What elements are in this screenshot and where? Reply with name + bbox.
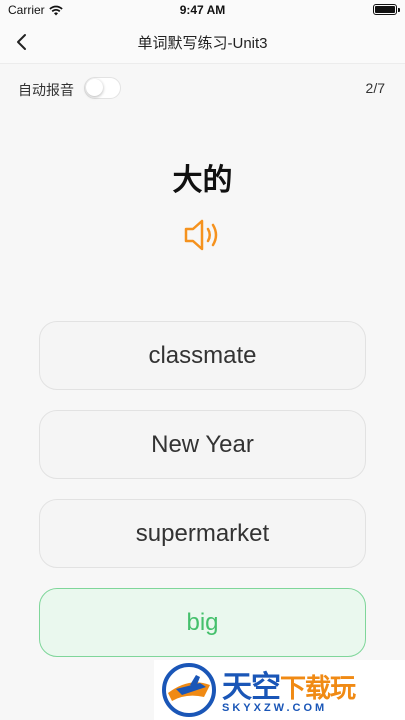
answer-options: classmate New Year supermarket big [39, 321, 366, 677]
progress-counter: 2/7 [365, 80, 385, 96]
option-button[interactable]: supermarket [39, 499, 366, 568]
question-word: 大的 [172, 164, 233, 197]
page-title: 单词默写练习-Unit3 [137, 35, 268, 52]
watermark: 天空下载玩 SKYXZW.COM [154, 660, 405, 720]
option-button[interactable]: New Year [39, 410, 366, 479]
watermark-subtitle: SKYXZW.COM [222, 702, 328, 714]
auto-read-label: 自动报音 [18, 82, 74, 98]
auto-read-toggle[interactable] [84, 77, 121, 99]
settings-row: 自动报音 2/7 [0, 72, 405, 104]
battery-fill [375, 6, 395, 13]
speaker-icon [184, 219, 218, 251]
status-bar: Carrier 9:47 AM [0, 0, 405, 20]
option-button[interactable]: classmate [39, 321, 366, 390]
battery-icon [373, 4, 400, 15]
option-button-correct[interactable]: big [39, 588, 366, 657]
watermark-logo-icon [162, 663, 216, 717]
watermark-title: 天空下载玩 [222, 671, 356, 704]
toggle-knob [86, 79, 103, 96]
play-audio-button[interactable] [181, 215, 225, 255]
status-time: 9:47 AM [179, 3, 226, 17]
nav-bar: 单词默写练习-Unit3 [0, 20, 405, 64]
